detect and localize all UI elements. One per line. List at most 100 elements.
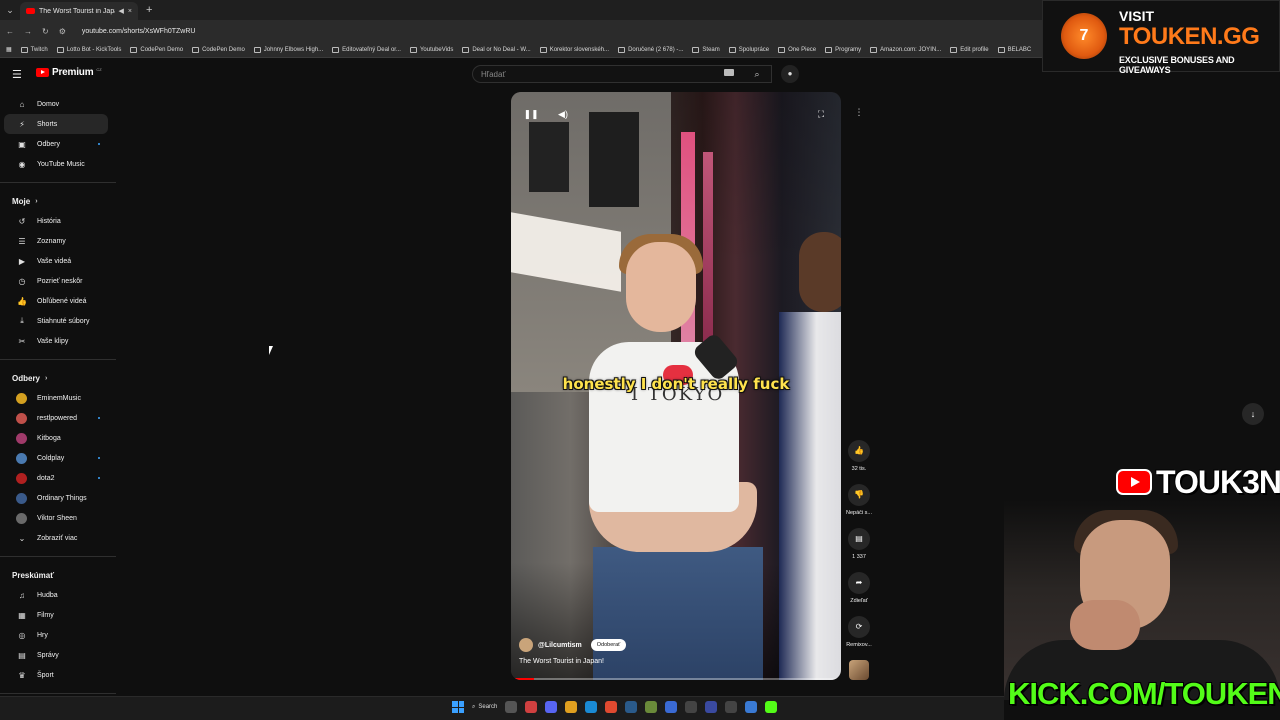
- fullscreen-icon[interactable]: ⛶: [813, 106, 829, 122]
- subscribe-button[interactable]: Odoberať: [590, 639, 627, 651]
- kick-app-icon[interactable]: [765, 701, 778, 713]
- sidebar-item[interactable]: ✂ Vaše klipy: [4, 331, 108, 351]
- file-explorer-icon[interactable]: [565, 701, 578, 713]
- thumbs-up-icon[interactable]: 👍: [848, 440, 870, 462]
- bookmark-item[interactable]: Steam: [692, 46, 720, 53]
- youtube-premium-logo[interactable]: Premium CZ: [36, 67, 102, 78]
- subscription-item[interactable]: Ordinary Things: [4, 488, 108, 508]
- audio-source-thumbnail[interactable]: [849, 660, 869, 680]
- bookmark-item[interactable]: Edit profile: [950, 46, 989, 53]
- terminal-icon[interactable]: [685, 701, 698, 713]
- subscription-item[interactable]: dota2: [4, 468, 108, 488]
- subscription-item[interactable]: restlpowered: [4, 408, 108, 428]
- bookmark-item[interactable]: Deal or No Deal - W...: [462, 46, 531, 53]
- sidebar-item[interactable]: ⌄ Zobraziť viac: [4, 528, 108, 548]
- sidebar-item[interactable]: 👍 Obľúbené videá: [4, 291, 108, 311]
- sidebar-item[interactable]: ⤓ Stiahnuté súbory: [4, 311, 108, 331]
- taskbar-app-icon[interactable]: [645, 701, 658, 713]
- sidebar-item[interactable]: ◷ Pozrieť neskôr: [4, 271, 108, 291]
- sidebar-item[interactable]: ⌂ Domov: [4, 94, 108, 114]
- sidebar-item[interactable]: ▦ Filmy: [4, 605, 108, 625]
- bookmark-item[interactable]: Spolupráce: [728, 46, 769, 53]
- site-info-icon[interactable]: ⚙: [59, 27, 66, 36]
- windows-start-icon[interactable]: [452, 701, 464, 713]
- sidebar-item[interactable]: ▣ Odbery: [4, 134, 108, 154]
- bookmark-item[interactable]: Editovateľný Deal or...: [332, 46, 401, 53]
- sidebar-item[interactable]: ☰ Zoznamy: [4, 231, 108, 251]
- bookmark-label: Doručené (2 678) -...: [628, 46, 684, 53]
- bookmark-item[interactable]: Johnny Elbows High...: [253, 46, 323, 53]
- sidebar-item[interactable]: ↺ História: [4, 211, 108, 231]
- video-title[interactable]: The Worst Tourist in Japan!: [519, 658, 604, 665]
- bookmark-item[interactable]: CodePen Demo: [192, 46, 245, 53]
- subscription-item[interactable]: Coldplay: [4, 448, 108, 468]
- sidebar-section-title[interactable]: Moje ›: [0, 191, 116, 211]
- sidebar-item[interactable]: ♛ Šport: [4, 665, 108, 685]
- channel-avatar[interactable]: [519, 638, 533, 652]
- keyboard-icon[interactable]: [724, 69, 734, 76]
- sidebar-item[interactable]: ◉ YouTube Music: [4, 154, 108, 174]
- remix-icon[interactable]: ⟳: [848, 616, 870, 638]
- tab-close-icon[interactable]: ×: [128, 8, 132, 15]
- more-options-icon[interactable]: ⋮: [851, 104, 867, 120]
- remix-action[interactable]: ⟳ Remixov...: [840, 616, 878, 660]
- new-tab-button[interactable]: +: [146, 4, 152, 16]
- taskbar-search[interactable]: ⌕ Search: [472, 704, 497, 711]
- bookmark-item[interactable]: YoutubeVids: [409, 46, 453, 53]
- sidebar-item[interactable]: ◎ Hry: [4, 625, 108, 645]
- reload-icon[interactable]: ↻: [42, 27, 49, 36]
- subscription-label: Coldplay: [37, 454, 65, 462]
- like-action[interactable]: 👍 32 tis.: [840, 440, 878, 484]
- bookmark-item[interactable]: One Piece: [778, 46, 816, 53]
- chrome-icon[interactable]: [605, 701, 618, 713]
- thumbs-down-icon[interactable]: 👎: [848, 484, 870, 506]
- taskbar-app-icon[interactable]: [745, 701, 758, 713]
- edge-icon[interactable]: [585, 701, 598, 713]
- comment-icon[interactable]: ▤: [848, 528, 870, 550]
- sidebar-item[interactable]: ▤ Správy: [4, 645, 108, 665]
- task-view-icon[interactable]: [505, 701, 518, 713]
- speaker-icon[interactable]: ◀: [119, 7, 124, 15]
- next-short-icon[interactable]: ↓: [1242, 403, 1264, 425]
- share-icon[interactable]: ➦: [848, 572, 870, 594]
- forward-icon[interactable]: →: [24, 27, 32, 36]
- share-action[interactable]: ➦ Zdieľať: [840, 572, 878, 616]
- sidebar-item[interactable]: ▶ Vaše videá: [4, 251, 108, 271]
- bookmark-item[interactable]: CodePen Demo: [130, 46, 183, 53]
- channel-name[interactable]: @Lilcumtism: [538, 642, 582, 649]
- steam-icon[interactable]: [625, 701, 638, 713]
- menu-icon[interactable]: ☰: [12, 68, 22, 81]
- dislike-action[interactable]: 👎 Nepáči s...: [840, 484, 878, 528]
- search-icon[interactable]: ⌕: [742, 65, 772, 83]
- subscription-item[interactable]: Kitboga: [4, 428, 108, 448]
- sidebar-section-title[interactable]: Odbery ›: [0, 368, 116, 388]
- taskbar-app-icon[interactable]: [665, 701, 678, 713]
- bookmark-item[interactable]: Lotto Bot - KickTools: [56, 46, 121, 53]
- bookmark-item[interactable]: BELABC: [997, 46, 1031, 53]
- taskbar-app-icon[interactable]: [705, 701, 718, 713]
- apps-icon[interactable]: ▦: [6, 46, 12, 53]
- sidebar-item[interactable]: ⚡ Shorts: [4, 114, 108, 134]
- taskbar-app-icon[interactable]: [725, 701, 738, 713]
- microphone-icon[interactable]: ●: [781, 65, 799, 83]
- back-icon[interactable]: ←: [6, 27, 14, 36]
- discord-icon[interactable]: [545, 701, 558, 713]
- bookmark-item[interactable]: Doručené (2 678) -...: [618, 46, 684, 53]
- bookmark-item[interactable]: Twitch: [20, 46, 48, 53]
- bookmark-item[interactable]: Programy: [825, 46, 861, 53]
- video-progress-bar[interactable]: [515, 678, 837, 680]
- subscription-item[interactable]: EminemMusic: [4, 388, 108, 408]
- shorts-player[interactable]: I TOKYO honestly I don't really fuck ❚❚ …: [511, 92, 841, 680]
- url-field[interactable]: youtube.com/shorts/XsWFh0TZwRU: [82, 28, 196, 35]
- bookmark-item[interactable]: Amazon.com: JOYIN...: [870, 46, 941, 53]
- tab-list-icon[interactable]: ⌄: [0, 5, 20, 16]
- comments-action[interactable]: ▤ 1 337: [840, 528, 878, 572]
- subscription-item[interactable]: Viktor Sheen: [4, 508, 108, 528]
- sidebar-item[interactable]: ♫ Hudba: [4, 585, 108, 605]
- sidebar-section-title[interactable]: Preskúmať: [0, 565, 116, 585]
- browser-tab[interactable]: The Worst Tourist in Japan! ◀ ×: [20, 2, 138, 20]
- taskbar-app-icon[interactable]: [525, 701, 538, 713]
- bookmark-item[interactable]: Korektor slovenskéh...: [539, 46, 609, 53]
- volume-icon[interactable]: ◀): [555, 106, 571, 122]
- pause-icon[interactable]: ❚❚: [523, 106, 539, 122]
